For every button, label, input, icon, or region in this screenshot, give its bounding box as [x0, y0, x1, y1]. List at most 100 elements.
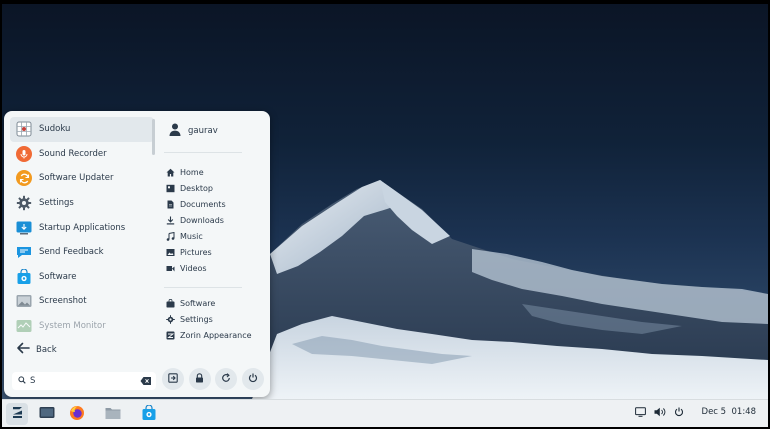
file-manager-button[interactable]	[102, 403, 124, 425]
place-label: Videos	[180, 263, 207, 273]
software-bag-icon	[166, 298, 175, 308]
app-label: Software Updater	[39, 173, 114, 184]
software-store-icon	[141, 403, 157, 424]
app-label: Send Feedback	[39, 247, 104, 258]
file-manager-icon	[105, 406, 121, 423]
zorin-appearance-icon	[166, 331, 175, 340]
system-links: Software Settings Zorin Appearance	[166, 295, 266, 343]
power-icon	[248, 373, 258, 386]
pictures-icon	[166, 248, 175, 257]
place-desktop[interactable]: Desktop	[166, 180, 266, 196]
power-button[interactable]	[241, 368, 264, 390]
search-box[interactable]	[12, 372, 156, 390]
system-tray: Dec 5 01:48	[634, 407, 756, 417]
place-pictures[interactable]: Pictures	[166, 244, 266, 260]
settings-icon	[166, 314, 175, 324]
link-label: Settings	[180, 314, 213, 324]
screenshot-icon	[16, 293, 32, 309]
app-label: System Monitor	[39, 321, 106, 332]
taskbar: Dec 5 01:48	[2, 399, 768, 427]
search-icon	[18, 375, 26, 387]
link-zorin-appearance[interactable]: Zorin Appearance	[166, 327, 266, 343]
place-label: Documents	[180, 199, 226, 209]
back-button[interactable]: Back	[16, 342, 57, 357]
firefox-icon	[69, 405, 85, 424]
system-monitor-icon	[16, 318, 32, 334]
start-menu: Sudoku Sound Recorder Software Updater S…	[4, 111, 270, 397]
desktop-icon	[166, 184, 175, 193]
software-store-icon	[16, 268, 32, 285]
files-window-icon	[39, 406, 55, 422]
firefox-button[interactable]	[66, 403, 88, 425]
app-list: Sudoku Sound Recorder Software Updater S…	[10, 117, 154, 338]
divider	[164, 287, 242, 288]
app-item-send-feedback[interactable]: Send Feedback	[10, 240, 154, 265]
place-music[interactable]: Music	[166, 228, 266, 244]
app-label: Settings	[39, 198, 74, 209]
logout-button[interactable]	[162, 368, 184, 390]
downloads-icon	[166, 216, 175, 225]
user-account[interactable]: gaurav	[169, 123, 218, 139]
lock-button[interactable]	[188, 368, 211, 390]
place-downloads[interactable]: Downloads	[166, 212, 266, 228]
zorin-menu-button[interactable]	[6, 403, 28, 425]
place-label: Pictures	[180, 247, 212, 257]
software-store-button[interactable]	[138, 403, 160, 425]
app-label: Software	[39, 271, 77, 282]
lock-icon	[195, 372, 204, 386]
user-icon	[169, 123, 181, 139]
link-software[interactable]: Software	[166, 295, 266, 311]
home-icon	[166, 168, 175, 177]
videos-icon	[166, 264, 175, 273]
restart-icon	[221, 372, 231, 386]
clear-search-icon[interactable]	[140, 376, 152, 389]
app-label: Sudoku	[39, 124, 71, 135]
session-actions	[162, 368, 268, 390]
place-label: Home	[180, 167, 204, 177]
place-label: Desktop	[180, 183, 213, 193]
app-item-software[interactable]: Software	[10, 265, 154, 290]
zorin-menu-icon	[10, 406, 25, 422]
search-input[interactable]	[30, 376, 130, 386]
link-settings[interactable]: Settings	[166, 311, 266, 327]
sudoku-icon	[16, 121, 32, 137]
app-item-screenshot[interactable]: Screenshot	[10, 289, 154, 314]
place-label: Downloads	[180, 215, 224, 225]
app-label: Startup Applications	[39, 222, 126, 233]
app-item-sound-recorder[interactable]: Sound Recorder	[10, 142, 154, 167]
power-icon[interactable]	[674, 407, 684, 417]
place-videos[interactable]: Videos	[166, 260, 266, 276]
sound-recorder-icon	[16, 145, 32, 162]
documents-icon	[166, 200, 175, 209]
link-label: Software	[180, 298, 216, 308]
app-label: Sound Recorder	[39, 148, 107, 159]
clock-date: Dec 5	[701, 407, 727, 417]
app-item-system-monitor[interactable]: System Monitor	[10, 314, 154, 339]
divider	[164, 152, 242, 153]
clock[interactable]: Dec 5 01:48	[702, 407, 756, 417]
settings-gear-icon	[16, 195, 32, 211]
software-updater-icon	[16, 170, 32, 187]
app-item-settings[interactable]: Settings	[10, 191, 154, 216]
place-label: Music	[180, 231, 203, 241]
startup-applications-icon	[16, 220, 32, 236]
app-item-software-updater[interactable]: Software Updater	[10, 166, 154, 191]
place-documents[interactable]: Documents	[166, 196, 266, 212]
place-home[interactable]: Home	[166, 164, 266, 180]
user-name: gaurav	[188, 126, 218, 136]
clock-time: 01:48	[731, 407, 757, 417]
arrow-left-icon	[16, 342, 30, 357]
music-icon	[166, 231, 175, 241]
display-icon[interactable]	[634, 407, 646, 417]
send-feedback-icon	[16, 244, 32, 260]
app-item-startup-applications[interactable]: Startup Applications	[10, 215, 154, 240]
app-list-scrollbar[interactable]	[152, 119, 155, 155]
places-list: Home Desktop Documents Downloads Music P…	[166, 164, 266, 276]
volume-icon[interactable]	[654, 407, 666, 417]
logout-icon	[168, 372, 178, 386]
back-label: Back	[36, 344, 57, 355]
restart-button[interactable]	[215, 368, 237, 390]
link-label: Zorin Appearance	[180, 330, 252, 340]
app-item-sudoku[interactable]: Sudoku	[10, 117, 154, 142]
files-window-button[interactable]	[36, 403, 58, 425]
